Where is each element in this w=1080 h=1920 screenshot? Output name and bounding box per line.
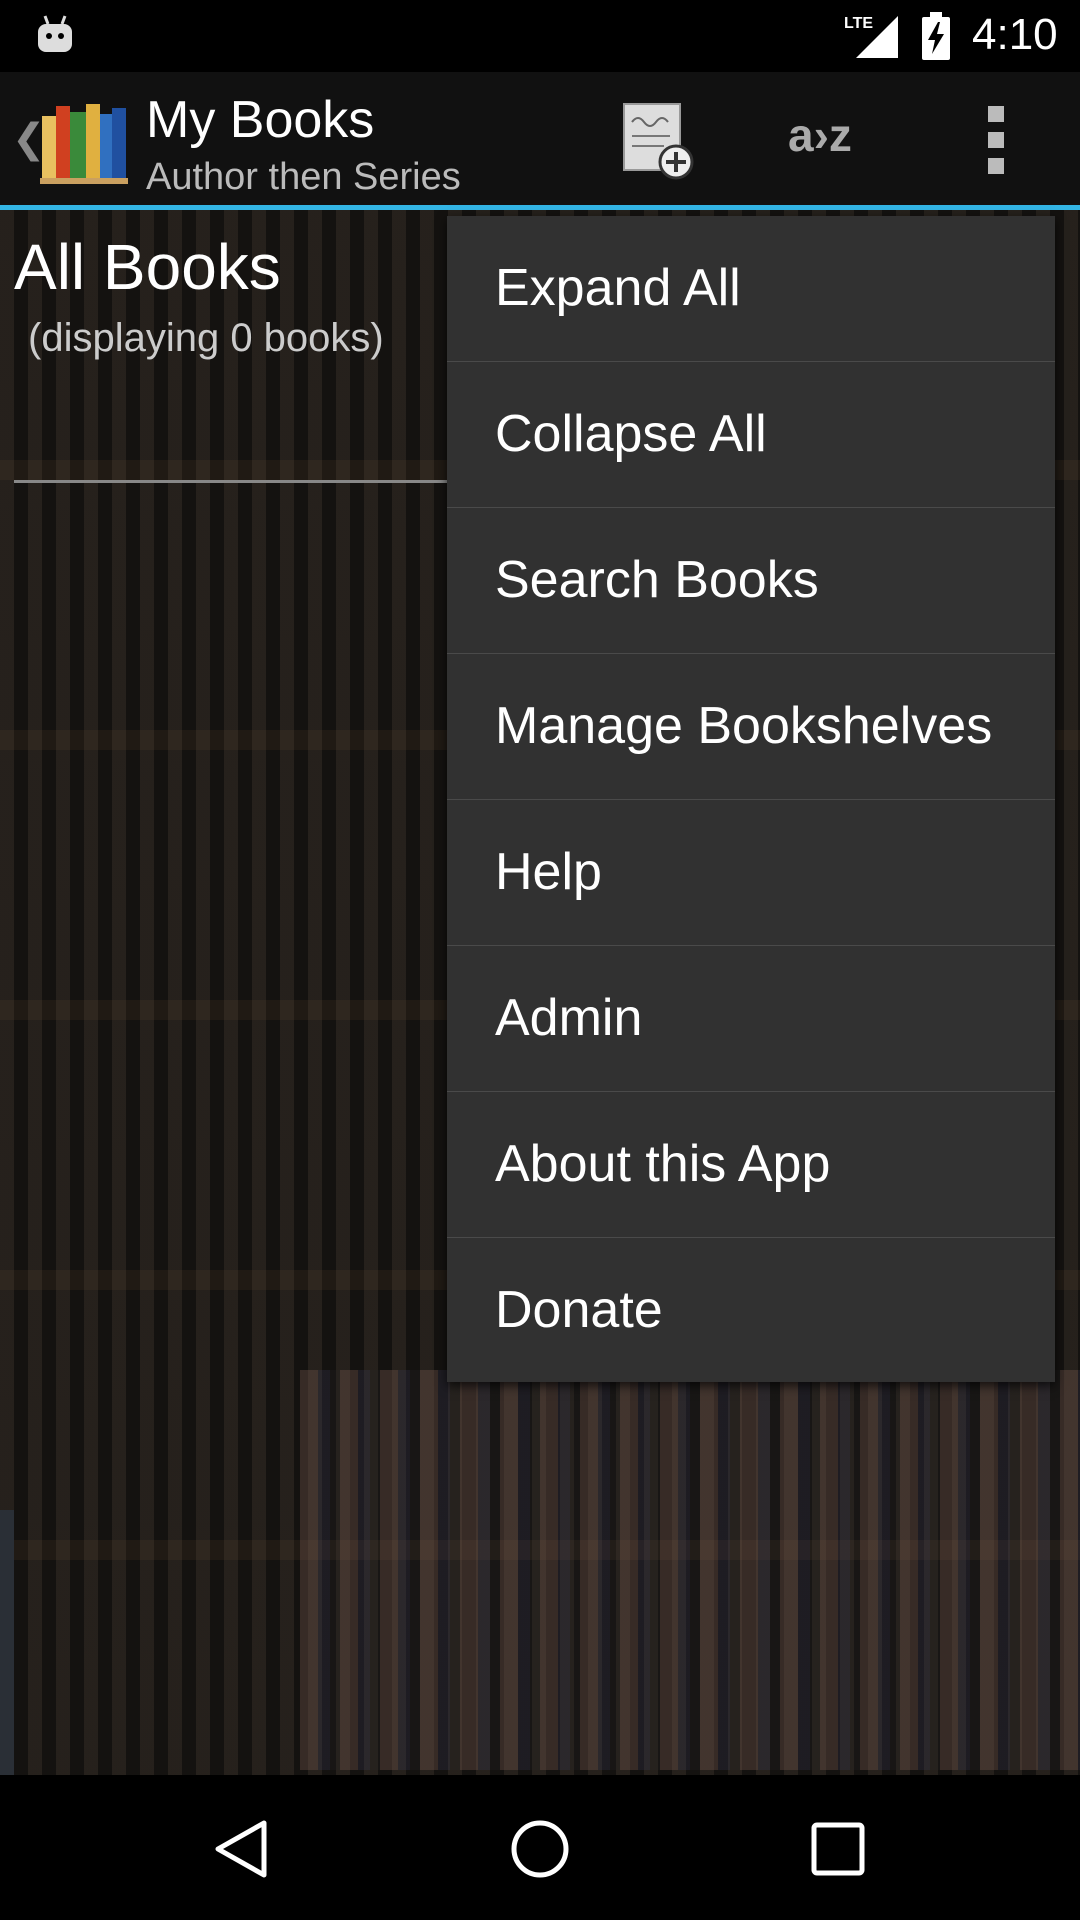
menu-item-admin[interactable]: Admin (447, 946, 1055, 1092)
lte-signal-icon: LTE (844, 15, 898, 58)
menu-item-label: Manage Bookshelves (495, 697, 993, 755)
menu-item-label: About this App (495, 1135, 831, 1193)
app-logo-icon[interactable] (40, 96, 128, 184)
add-book-icon[interactable] (620, 100, 700, 184)
navigation-bar (0, 1775, 1080, 1920)
status-bar: LTE 4:10 (0, 0, 1080, 72)
network-label: LTE (844, 15, 873, 32)
home-icon[interactable] (508, 1817, 572, 1881)
list-header-title: All Books (14, 231, 281, 303)
sort-button[interactable]: a›z (788, 108, 852, 162)
action-bar: ❮ My Books Author then Series a›z (0, 72, 1080, 210)
menu-item-label: Help (495, 843, 602, 901)
android-icon (38, 15, 72, 52)
menu-item-label: Admin (495, 989, 643, 1047)
menu-item-help[interactable]: Help (447, 800, 1055, 946)
recents-icon[interactable] (808, 1819, 868, 1879)
overflow-menu-icon[interactable] (980, 106, 1012, 176)
battery-charging-icon (922, 12, 950, 60)
menu-item-label: Donate (495, 1281, 663, 1339)
page-title: My Books (146, 91, 375, 149)
overflow-menu: Expand All Collapse All Search Books Man… (447, 216, 1055, 1382)
list-header-count: (displaying 0 books) (28, 316, 384, 360)
bookshelf-background (300, 1370, 1080, 1770)
scroll-indicator (0, 1510, 14, 1775)
menu-item-search-books[interactable]: Search Books (447, 508, 1055, 654)
menu-item-about[interactable]: About this App (447, 1092, 1055, 1238)
back-icon[interactable] (210, 1817, 274, 1881)
menu-item-donate[interactable]: Donate (447, 1238, 1055, 1384)
menu-item-expand-all[interactable]: Expand All (447, 216, 1055, 362)
clock: 4:10 (972, 10, 1058, 59)
divider (14, 480, 454, 483)
page-subtitle: Author then Series (146, 156, 461, 198)
menu-item-label: Expand All (495, 259, 741, 317)
menu-item-manage-bookshelves[interactable]: Manage Bookshelves (447, 654, 1055, 800)
menu-item-label: Collapse All (495, 405, 767, 463)
menu-item-label: Search Books (495, 551, 819, 609)
menu-item-collapse-all[interactable]: Collapse All (447, 362, 1055, 508)
